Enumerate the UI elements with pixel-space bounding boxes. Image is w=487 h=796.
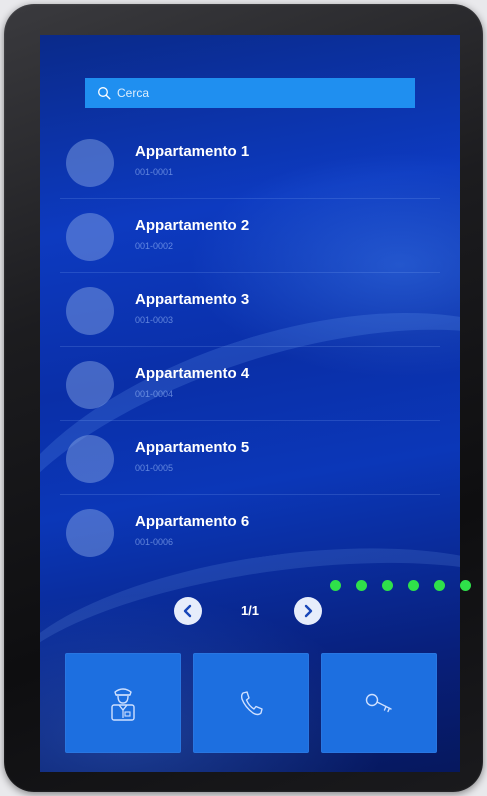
- pagination: 1/1: [170, 595, 330, 627]
- list-item-apartment-5[interactable]: Appartamento 5 001-0005: [60, 421, 440, 495]
- avatar: [66, 139, 114, 187]
- concierge-button[interactable]: [65, 653, 181, 753]
- list-item-apartment-2[interactable]: Appartamento 2 001-0002: [60, 199, 440, 273]
- avatar: [66, 435, 114, 483]
- apartment-code: 001-0002: [135, 241, 174, 251]
- avatar: [66, 361, 114, 409]
- apartment-code: 001-0005: [135, 463, 174, 473]
- apartment-code: 001-0001: [135, 167, 174, 177]
- intercom-screen: Cerca Appartamento 1 001-0001 Appartamen…: [40, 35, 460, 772]
- apartment-list: Appartamento 1 001-0001 Appartamento 2 0…: [60, 125, 440, 569]
- indicator-dot: [330, 580, 341, 591]
- list-item-apartment-1[interactable]: Appartamento 1 001-0001: [60, 125, 440, 199]
- avatar: [66, 509, 114, 557]
- apartment-code: 001-0003: [135, 315, 174, 325]
- list-item-apartment-6[interactable]: Appartamento 6 001-0006: [60, 495, 440, 569]
- indicator-dots: [330, 579, 480, 593]
- concierge-icon: [111, 688, 135, 721]
- list-item-apartment-3[interactable]: Appartamento 3 001-0003: [60, 273, 440, 347]
- apartment-name: Appartamento 1: [135, 143, 250, 160]
- call-button[interactable]: [193, 653, 309, 753]
- key-icon: [365, 693, 392, 713]
- indicator-dot: [382, 580, 393, 591]
- indicator-dot: [460, 580, 471, 591]
- next-page-button[interactable]: [294, 597, 322, 625]
- indicator-dot: [356, 580, 367, 591]
- apartment-name: Appartamento 4: [135, 365, 250, 382]
- indicator-dot: [434, 580, 445, 591]
- apartment-code: 001-0004: [135, 389, 174, 399]
- key-code-button[interactable]: [321, 653, 437, 753]
- search-input[interactable]: Cerca: [85, 78, 415, 108]
- indicator-dot: [408, 580, 419, 591]
- phone-icon: [240, 691, 263, 716]
- list-item-apartment-4[interactable]: Appartamento 4 001-0004: [60, 347, 440, 421]
- search-placeholder: Cerca: [117, 86, 150, 100]
- avatar: [66, 287, 114, 335]
- apartment-name: Appartamento 2: [135, 217, 250, 234]
- action-bar: [65, 653, 441, 753]
- search-icon: [98, 87, 111, 100]
- chevron-right-icon: [304, 604, 313, 618]
- apartment-name: Appartamento 5: [135, 439, 250, 456]
- apartment-code: 001-0006: [135, 537, 174, 547]
- apartment-name: Appartamento 6: [135, 513, 250, 530]
- apartment-name: Appartamento 3: [135, 291, 250, 308]
- avatar: [66, 213, 114, 261]
